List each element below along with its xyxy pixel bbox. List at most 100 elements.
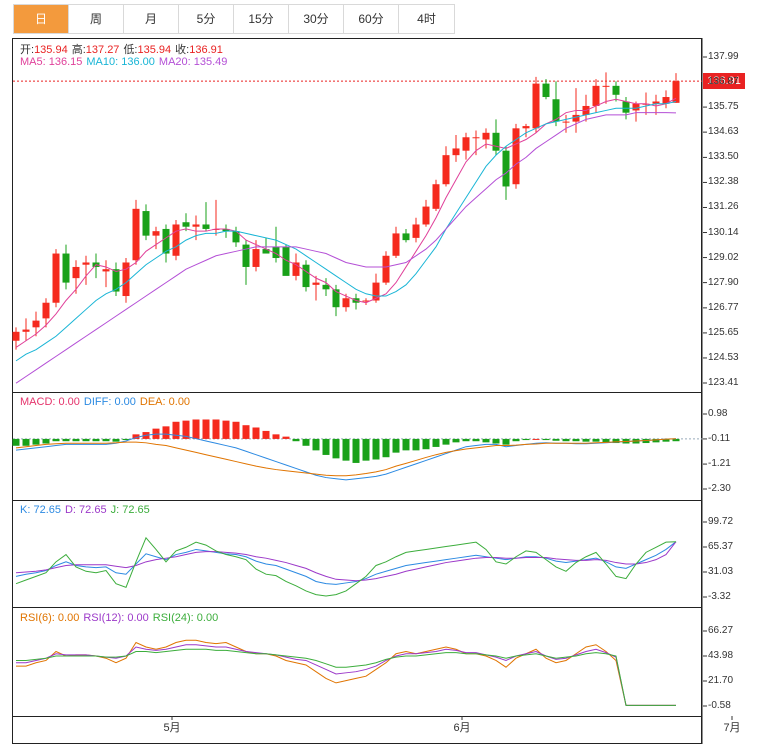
macd-bar: [452, 438, 460, 443]
candle-body: [12, 331, 20, 341]
candle-body: [322, 284, 330, 290]
candle-body: [542, 83, 550, 98]
rsi-axis-label: 21.70: [708, 675, 734, 686]
ma10-line: [15, 101, 677, 362]
price-axis-label: 134.63: [708, 126, 739, 138]
candle-body: [622, 101, 630, 113]
candle-body: [502, 150, 510, 187]
price-axis-label: 125.65: [708, 326, 739, 338]
candle-body: [412, 224, 420, 238]
candle-body: [82, 262, 90, 265]
macd-bar: [592, 438, 600, 442]
macd-bar: [172, 421, 180, 439]
candle-body: [562, 121, 570, 123]
candle-body: [182, 222, 190, 227]
macd-bar: [102, 438, 110, 442]
rsi12-line: [16, 644, 676, 706]
macd-bar: [502, 438, 510, 445]
macd-bar: [422, 438, 430, 450]
candle-body: [152, 231, 160, 236]
macd-bar: [382, 438, 390, 458]
macd-bar: [522, 438, 530, 441]
candle-body: [252, 249, 260, 267]
macd-bar: [52, 438, 60, 442]
candle-body: [242, 244, 250, 267]
candle-body: [52, 253, 60, 303]
candle-body: [302, 264, 310, 288]
candlestick-chart: [12, 38, 733, 744]
macd-bar: [432, 438, 440, 447]
macd-bar: [472, 438, 480, 442]
macd-bar: [362, 438, 370, 461]
macd-bar: [192, 419, 200, 439]
macd-bar: [32, 438, 40, 445]
candle-body: [632, 103, 640, 111]
price-axis-label: 132.38: [708, 176, 739, 188]
macd-bar: [212, 419, 220, 439]
candle-body: [132, 208, 140, 261]
macd-bar: [272, 434, 280, 439]
kdj-axis-label: 31.03: [708, 565, 734, 577]
macd-bar: [22, 438, 30, 446]
macd-bar: [232, 421, 240, 439]
macd-bar: [112, 438, 120, 442]
macd-bar: [42, 438, 50, 444]
candle-body: [202, 224, 210, 229]
price-axis-label: 126.77: [708, 301, 739, 313]
candle-body: [32, 320, 40, 328]
macd-bar: [262, 430, 270, 439]
candle-body: [572, 114, 580, 122]
candle-body: [512, 128, 520, 185]
macd-bar: [72, 438, 80, 442]
candle-body: [612, 85, 620, 95]
macd-bar: [62, 438, 70, 442]
price-axis-label: 137.99: [708, 51, 739, 62]
candle-body: [472, 137, 480, 139]
candle-body: [192, 224, 200, 227]
candle-body: [172, 224, 180, 256]
macd-bar: [162, 426, 170, 439]
price-axis-label: 130.14: [708, 226, 739, 238]
macd-axis-label: -0.11: [708, 432, 731, 444]
candle-body: [532, 83, 540, 129]
macd-bar: [92, 438, 100, 442]
price-axis-label: 133.50: [708, 151, 739, 163]
candle-body: [22, 329, 30, 332]
candle-body: [42, 302, 50, 319]
price-axis-label: 123.41: [708, 377, 739, 388]
x-axis-label: 6月: [453, 722, 471, 734]
macd-bar: [82, 438, 90, 442]
candle-body: [452, 148, 460, 156]
candle-body: [482, 132, 490, 140]
kdj-axis-label: -3.32: [708, 591, 731, 602]
candle-body: [522, 126, 530, 129]
ma20-line: [15, 112, 677, 384]
macd-bar: [482, 438, 490, 443]
macd-bar: [352, 438, 360, 463]
rsi-axis-label: -0.58: [708, 700, 731, 711]
candle-body: [592, 85, 600, 106]
macd-axis-label: -1.21: [708, 458, 731, 470]
macd-axis-label: 0.98: [708, 408, 728, 419]
macd-bar: [462, 438, 470, 442]
candle-body: [142, 211, 150, 236]
macd-bar: [222, 420, 230, 439]
price-axis-label: 129.02: [708, 251, 739, 263]
macd-bar: [412, 438, 420, 451]
x-axis-label: 5月: [163, 722, 181, 734]
macd-bar: [442, 438, 450, 445]
macd-bar: [392, 438, 400, 453]
price-axis-label: 127.90: [708, 276, 739, 288]
macd-bar: [552, 438, 560, 441]
macd-axis-label: -2.30: [708, 483, 731, 494]
price-axis-label: 124.53: [708, 351, 739, 363]
macd-bar: [332, 438, 340, 459]
macd-bar: [342, 438, 350, 461]
macd-bar: [292, 438, 300, 442]
rsi-axis-label: 43.98: [708, 650, 734, 661]
price-axis-label: 136.87: [708, 76, 739, 88]
macd-bar: [242, 425, 250, 439]
macd-bar: [572, 438, 580, 442]
kdj-axis-label: 65.37: [708, 541, 734, 552]
macd-bar: [312, 438, 320, 451]
